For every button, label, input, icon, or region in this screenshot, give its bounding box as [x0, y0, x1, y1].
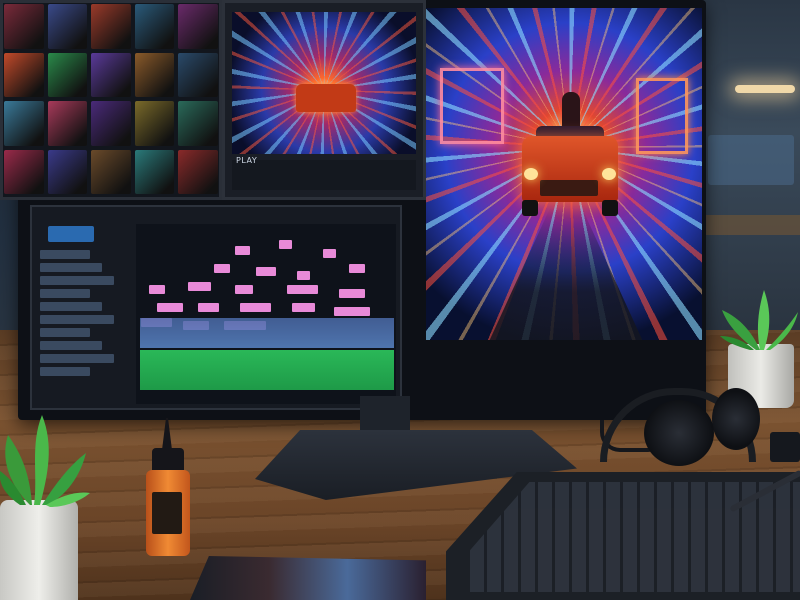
- track-header[interactable]: [40, 250, 90, 259]
- headlight-right: [602, 168, 616, 180]
- timeline-clip[interactable]: [188, 281, 212, 291]
- track-header[interactable]: [40, 354, 114, 363]
- timeline-clip[interactable]: [323, 249, 337, 259]
- car-preview: [296, 84, 356, 112]
- video-thumbnail[interactable]: [47, 4, 88, 49]
- wheel-left: [522, 200, 538, 216]
- headphone-cup-left: [644, 400, 714, 466]
- track-header[interactable]: [40, 289, 90, 298]
- neon-frame-right: [636, 78, 688, 154]
- middle-monitor-controls: [232, 160, 416, 190]
- timeline-clip[interactable]: [349, 263, 365, 273]
- background-screen: [708, 135, 794, 185]
- timeline-clip[interactable]: [149, 285, 165, 295]
- video-thumbnail[interactable]: [47, 52, 88, 97]
- plant-pot-left: [0, 500, 78, 600]
- video-thumbnail[interactable]: [91, 149, 131, 194]
- timeline-clip[interactable]: [255, 267, 277, 277]
- neon-frame-left: [440, 68, 504, 144]
- track-header[interactable]: [40, 263, 102, 272]
- video-preview: [426, 8, 702, 340]
- headphone-cup-right: [712, 388, 760, 450]
- bottle-label: [152, 492, 182, 534]
- track-headers: [40, 250, 130, 400]
- headlight-left: [524, 168, 538, 180]
- timeline-clip[interactable]: [286, 285, 318, 295]
- timeline-clip[interactable]: [198, 303, 220, 313]
- video-thumbnail[interactable]: [134, 101, 175, 146]
- timeline-clip[interactable]: [156, 303, 183, 313]
- track-header[interactable]: [40, 276, 114, 285]
- video-thumbnail[interactable]: [4, 4, 44, 49]
- timeline-clip[interactable]: [234, 245, 251, 255]
- video-thumbnail[interactable]: [134, 149, 175, 194]
- magazine: [190, 556, 426, 600]
- wheel-right: [602, 200, 618, 216]
- video-thumbnail[interactable]: [4, 149, 44, 194]
- video-thumbnail[interactable]: [178, 101, 218, 146]
- video-thumbnail[interactable]: [134, 52, 175, 97]
- track-header[interactable]: [40, 341, 102, 350]
- video-thumbnail[interactable]: [4, 52, 44, 97]
- editor-logo: [48, 226, 94, 242]
- timeline-clip[interactable]: [338, 288, 365, 298]
- timeline-clip[interactable]: [292, 303, 316, 313]
- track-header[interactable]: [40, 367, 90, 376]
- succulent-right: [720, 290, 798, 350]
- timeline-clip[interactable]: [240, 303, 272, 313]
- track-header[interactable]: [40, 315, 114, 324]
- timeline-clip[interactable]: [297, 270, 311, 280]
- video-thumbnail[interactable]: [134, 4, 175, 49]
- timeline-clip[interactable]: [234, 285, 253, 295]
- timeline-clip[interactable]: [214, 263, 230, 273]
- audio-track-lane[interactable]: [140, 350, 394, 390]
- middle-monitor-preview: [232, 12, 416, 154]
- timeline-clip[interactable]: [333, 306, 370, 316]
- video-thumbnail[interactable]: [4, 101, 44, 146]
- track-header[interactable]: [40, 328, 90, 337]
- video-thumbnail[interactable]: [178, 4, 218, 49]
- car-grill: [540, 180, 598, 196]
- background-lamp: [735, 85, 795, 93]
- succulent-left: [0, 415, 90, 507]
- timeline-clip[interactable]: [279, 240, 292, 250]
- video-track-lane[interactable]: [140, 318, 394, 348]
- middle-monitor-label: PLAY: [236, 156, 258, 165]
- video-thumbnail[interactable]: [178, 149, 218, 194]
- video-thumbnail[interactable]: [91, 52, 131, 97]
- video-thumbnail[interactable]: [47, 101, 88, 146]
- track-header[interactable]: [40, 302, 102, 311]
- video-thumbnail[interactable]: [178, 52, 218, 97]
- background-table: [700, 215, 800, 235]
- video-thumbnail[interactable]: [91, 4, 131, 49]
- light-rays: [232, 12, 416, 154]
- thumbnail-grid: [4, 4, 218, 194]
- video-thumbnail[interactable]: [47, 149, 88, 194]
- video-thumbnail[interactable]: [91, 101, 131, 146]
